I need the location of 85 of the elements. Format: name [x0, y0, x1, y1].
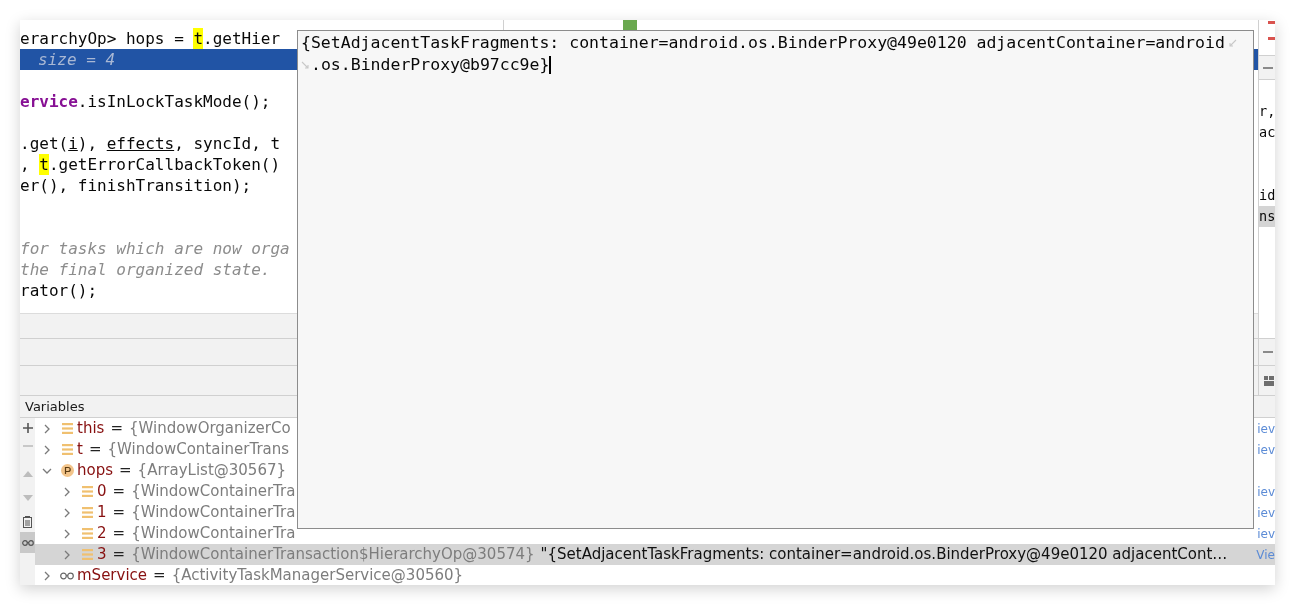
code-text: er(), finishTransition);	[20, 175, 252, 196]
add-icon[interactable]	[22, 423, 33, 433]
code-text: , syncId, t	[174, 133, 281, 154]
expand-icon[interactable]	[44, 570, 50, 581]
field-icon	[81, 486, 93, 497]
variable-value: {ArrayList@30567}	[137, 460, 287, 482]
field-icon	[81, 549, 93, 560]
view-link[interactable]: iev	[1255, 419, 1275, 438]
minimize-icon[interactable]	[1263, 66, 1273, 69]
code-text: ervice	[20, 91, 78, 112]
popup-text: .os.BinderProxy@b97cc9e}	[311, 54, 550, 76]
field-icon	[61, 444, 73, 455]
variable-name: 0	[97, 481, 107, 503]
tree-row[interactable]: 3 = {WindowContainerTransaction$HierarchyOp@30574} "{SetAdjacentTaskFragments: container=android.os.BinderProxy@49e0120 adjacentCont… Vie	[35, 544, 1275, 565]
variable-value: {WindowOrganizerCo	[128, 418, 291, 440]
code-text: i	[68, 133, 78, 154]
view-link[interactable]: Vie	[1254, 545, 1275, 564]
code-text: .isInLockTaskMode();	[77, 91, 271, 112]
equals-sign: =	[112, 481, 126, 503]
code-text: t	[193, 28, 204, 49]
field-icon	[81, 528, 93, 539]
variable-value: {WindowContainerTra	[131, 481, 296, 503]
code-text: .getHier	[203, 28, 281, 49]
expand-icon[interactable]	[44, 423, 50, 434]
equals-sign: =	[119, 460, 132, 482]
code-comment: for tasks which are now orga	[20, 238, 290, 259]
string-value: "{SetAdjacentTaskFragments: container=android.os.BinderProxy@49e0120 adjacentCont…	[540, 544, 1228, 566]
variable-name: t	[77, 439, 83, 461]
expand-icon[interactable]	[64, 528, 70, 539]
variable-value: {WindowContainerTrans	[107, 439, 290, 461]
error-mark	[1268, 37, 1275, 40]
parameter-icon	[60, 464, 74, 477]
layout-icon[interactable]	[1264, 375, 1274, 386]
expand-icon[interactable]	[64, 486, 70, 497]
equals-sign: =	[153, 565, 166, 585]
popup-text: {SetAdjacentTaskFragments: container=android.os.BinderProxy@49e0120 adjacentContainer=android	[301, 32, 1225, 54]
vertical-divider	[503, 20, 504, 30]
variable-name: this	[77, 418, 105, 440]
text-cursor	[549, 56, 551, 74]
code-text: .getErrorCallbackToken()	[48, 154, 281, 175]
wrap-icon	[301, 60, 310, 70]
code-comment: the final organized state.	[20, 259, 271, 280]
equals-sign: =	[88, 439, 102, 461]
view-link[interactable]: iev	[1255, 524, 1275, 543]
equals-sign: =	[112, 544, 126, 566]
glasses-icon[interactable]	[21, 539, 34, 546]
expand-icon[interactable]	[64, 507, 70, 518]
equals-sign: =	[110, 418, 123, 440]
code-text: effects	[106, 133, 175, 154]
code-text: rator();	[20, 280, 98, 301]
field-icon	[61, 423, 73, 434]
code-text: ,	[20, 154, 31, 175]
variable-name: 2	[97, 523, 107, 545]
inlay-hint: size = 4	[38, 49, 116, 70]
view-link[interactable]: iev	[1255, 503, 1275, 522]
wrap-icon	[1227, 38, 1237, 48]
field-icon	[81, 507, 93, 518]
variable-value: {WindowContainerTransaction$HierarchyOp@30574}	[131, 544, 535, 566]
panel-title: Variables	[25, 397, 85, 416]
expand-icon[interactable]	[44, 444, 50, 455]
status-marker	[623, 20, 637, 30]
variable-value: {ActivityTaskManagerService@30560}	[171, 565, 464, 585]
variable-value: {WindowContainerTra	[131, 523, 296, 545]
code-text: t	[39, 154, 49, 175]
variable-value: {WindowContainerTra	[131, 502, 296, 524]
variable-name: 3	[97, 544, 107, 566]
variable-name: hops	[77, 460, 114, 482]
variable-name: mService	[77, 565, 148, 585]
code-text: ),	[77, 133, 99, 154]
view-link[interactable]: iev	[1255, 440, 1275, 459]
glasses-icon	[60, 571, 74, 580]
clipboard-icon[interactable]	[23, 516, 32, 528]
variable-name: 1	[97, 502, 107, 524]
code-text: erarchyOp> hops =	[20, 28, 185, 49]
code-text: ns	[1259, 208, 1275, 224]
expand-icon[interactable]	[64, 549, 70, 560]
view-link[interactable]: iev	[1255, 482, 1275, 501]
collapse-icon[interactable]	[42, 467, 52, 474]
code-text: r,	[1259, 103, 1275, 119]
code-text: id	[1259, 187, 1275, 203]
code-text: ac	[1259, 124, 1275, 140]
error-mark	[1268, 21, 1275, 24]
code-text: .get(	[20, 133, 69, 154]
equals-sign: =	[112, 502, 126, 524]
equals-sign: =	[112, 523, 126, 545]
